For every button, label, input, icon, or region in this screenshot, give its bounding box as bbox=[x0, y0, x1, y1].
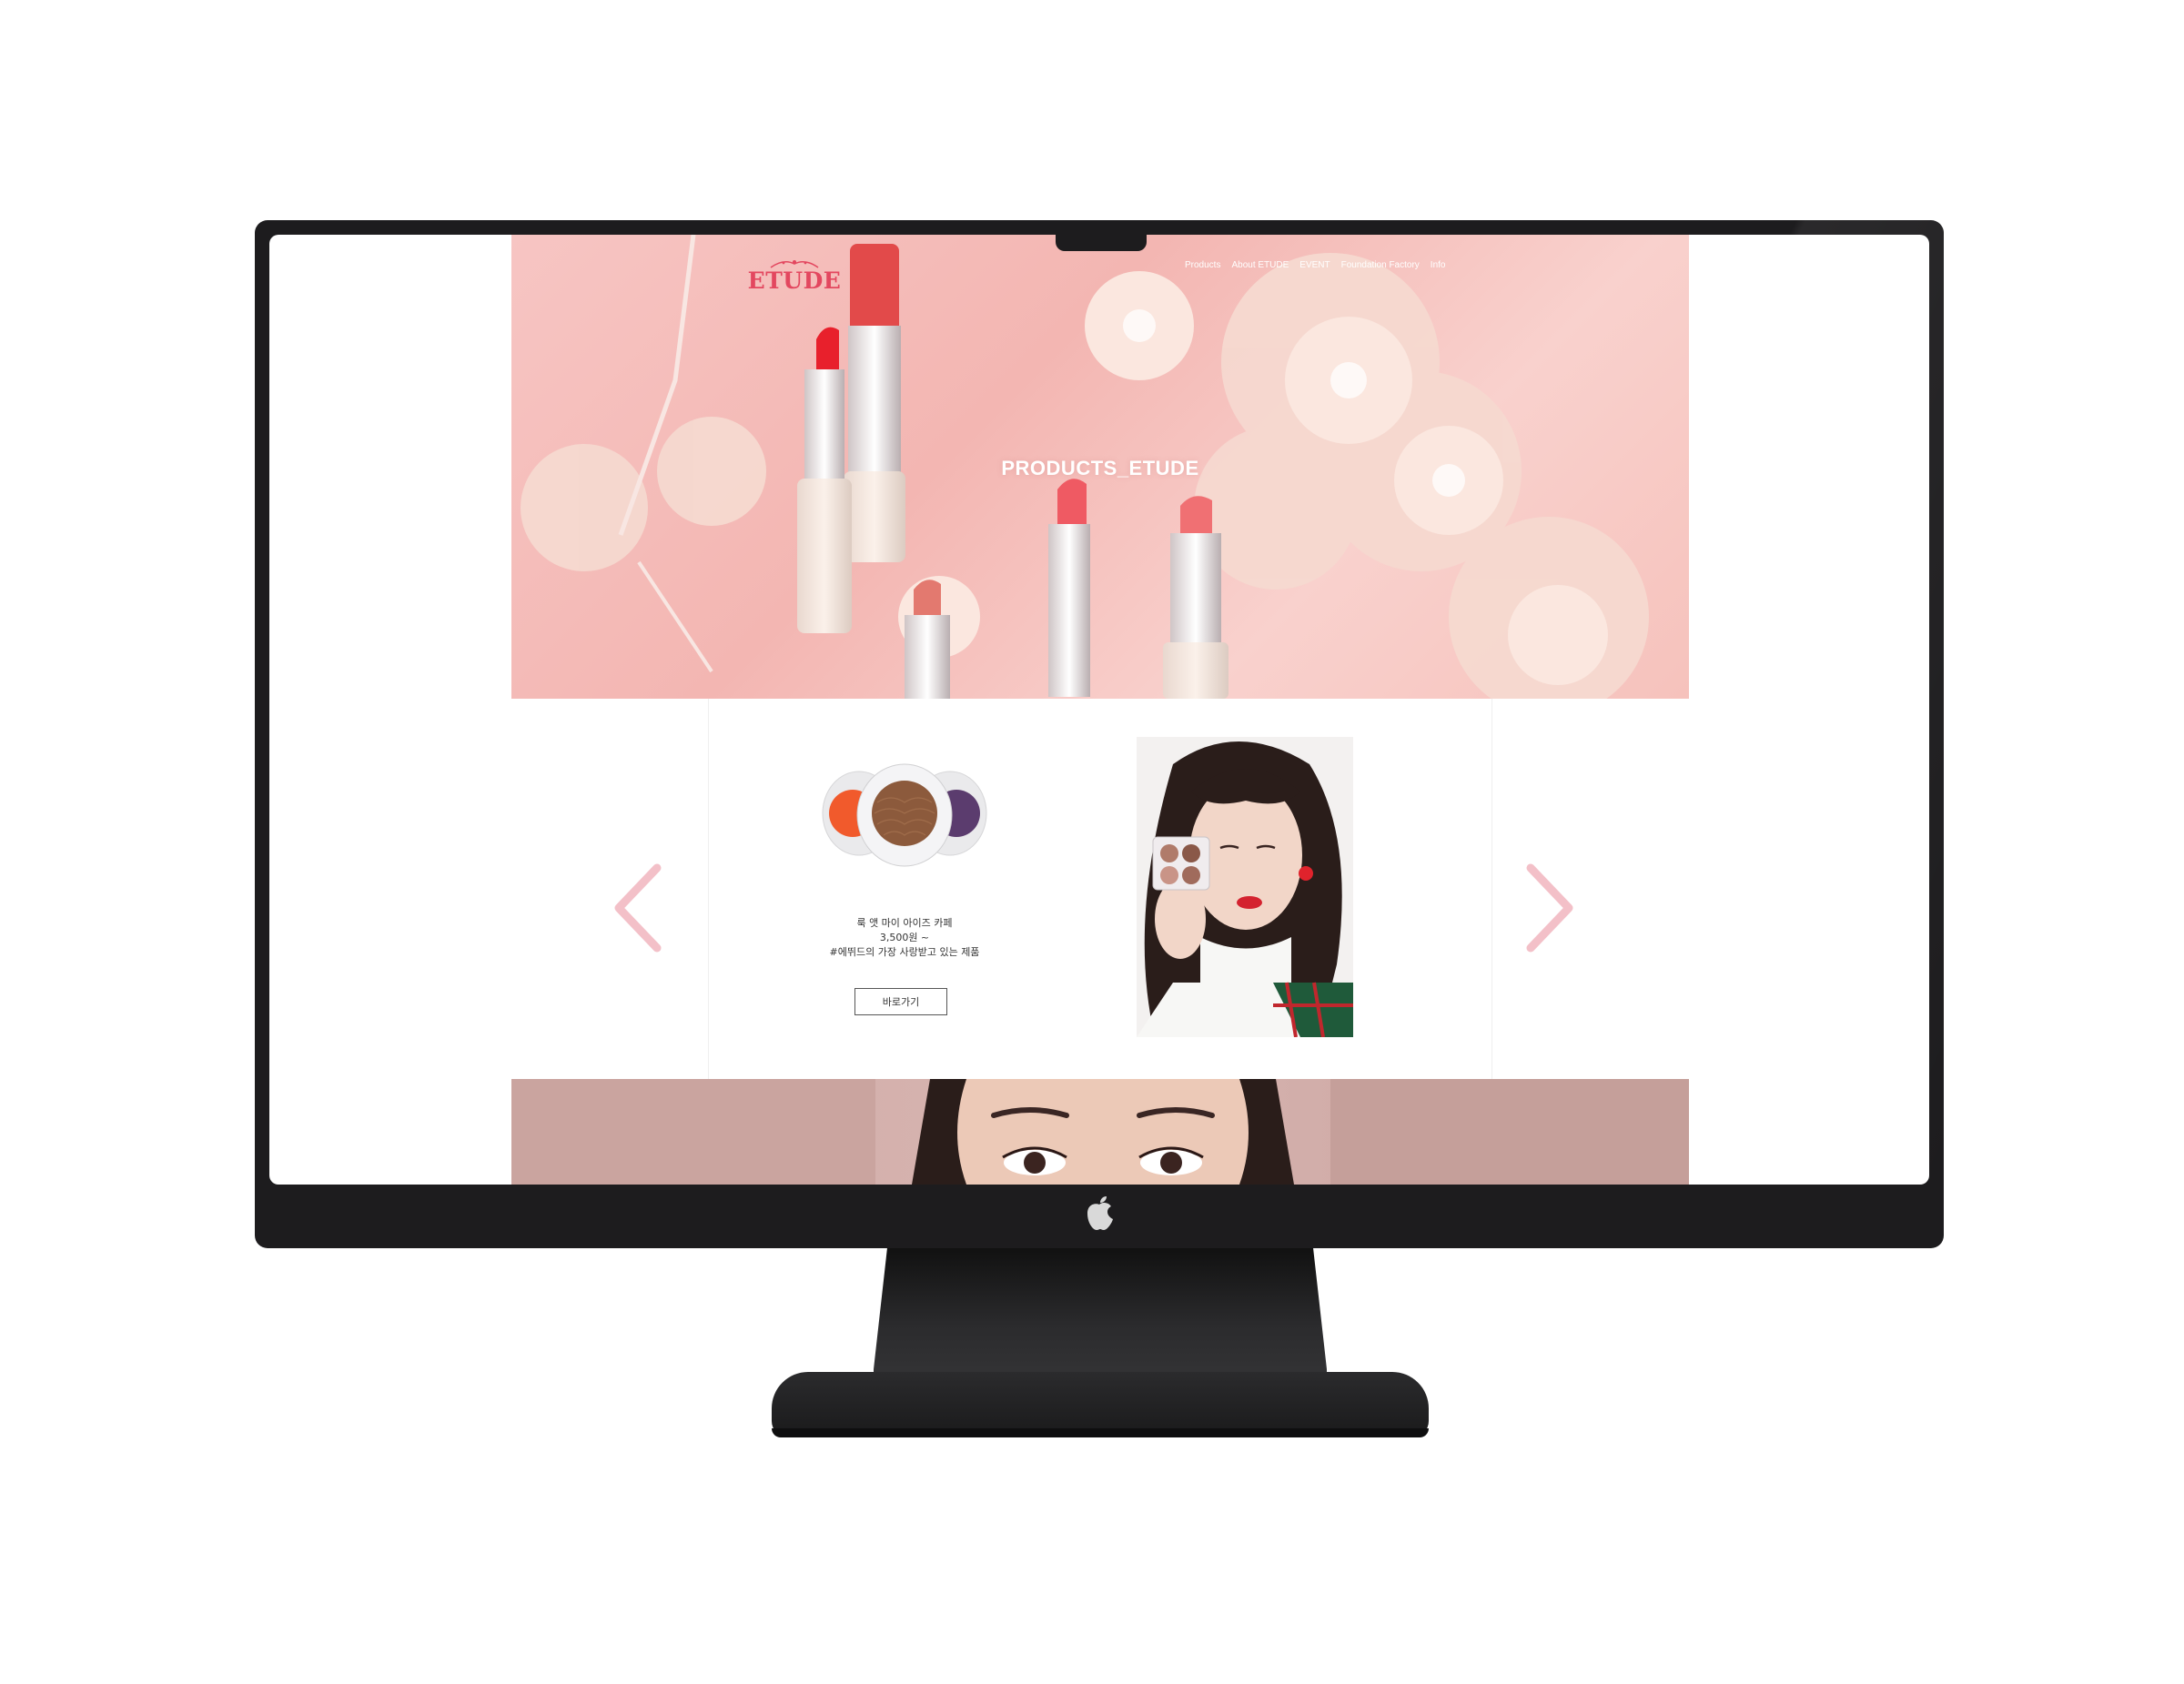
apple-logo-icon bbox=[1087, 1196, 1113, 1230]
bottom-banner bbox=[511, 1079, 1689, 1185]
nav-products[interactable]: Products bbox=[1185, 260, 1220, 270]
product-carousel: 룩 앳 마이 아이즈 카페 3,500원 ~ #에뛰드의 가장 사랑받고 있는 … bbox=[511, 699, 1689, 1079]
logo-text: ETUDE bbox=[747, 267, 842, 294]
nav-event[interactable]: EVENT bbox=[1299, 260, 1330, 270]
model-eyes-image bbox=[511, 1079, 1689, 1185]
nav-info[interactable]: Info bbox=[1431, 260, 1446, 270]
hero-banner: ETUDE Products About ETUDE EVENT Foundat… bbox=[511, 235, 1689, 699]
etude-logo[interactable]: ETUDE bbox=[744, 258, 844, 295]
screen: ETUDE Products About ETUDE EVENT Foundat… bbox=[269, 235, 1929, 1185]
hero-title: PRODUCTS_ETUDE bbox=[1001, 457, 1199, 479]
eyeshadow-palette-image bbox=[822, 763, 987, 867]
goto-button[interactable]: 바로가기 bbox=[854, 988, 947, 1015]
product-name: 룩 앳 마이 아이즈 카페 bbox=[856, 917, 953, 929]
webpage: ETUDE Products About ETUDE EVENT Foundat… bbox=[511, 235, 1689, 1185]
product-slide: 룩 앳 마이 아이즈 카페 3,500원 ~ #에뛰드의 가장 사랑받고 있는 … bbox=[708, 699, 1492, 1079]
chevron-left-icon[interactable] bbox=[612, 862, 666, 953]
model-illustration bbox=[1137, 737, 1353, 1037]
nav-about-etude[interactable]: About ETUDE bbox=[1231, 260, 1289, 270]
top-nav: Products About ETUDE EVENT Foundation Fa… bbox=[1185, 260, 1445, 270]
nav-foundation-factory[interactable]: Foundation Factory bbox=[1341, 260, 1420, 270]
model-photo bbox=[1137, 737, 1353, 1037]
product-tag: #에뛰드의 가장 사랑받고 있는 제품 bbox=[829, 946, 980, 958]
chevron-right-icon[interactable] bbox=[1522, 862, 1576, 953]
product-price: 3,500원 ~ bbox=[879, 932, 930, 943]
camera-notch bbox=[1056, 233, 1147, 251]
monitor-stand-base bbox=[772, 1372, 1429, 1437]
